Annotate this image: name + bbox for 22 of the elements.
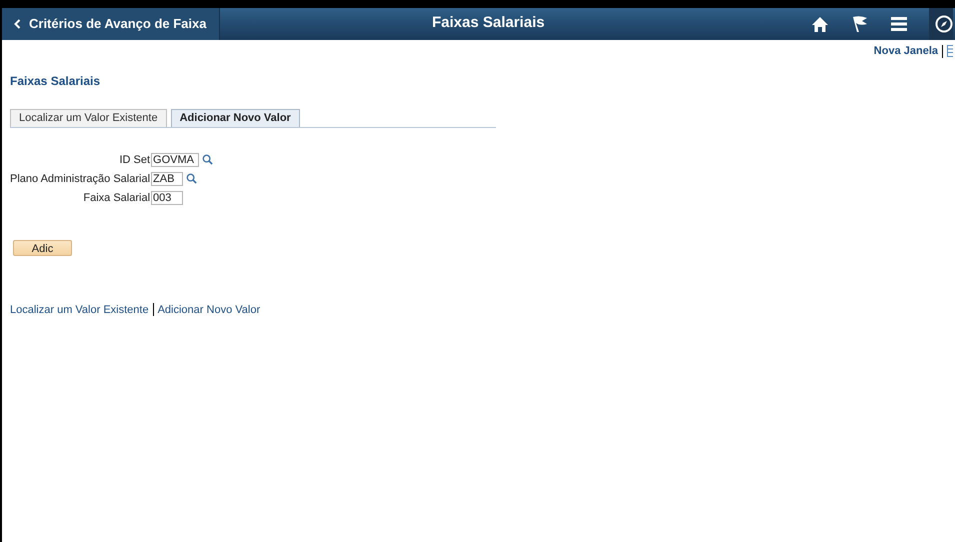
flag-icon[interactable] — [851, 15, 869, 33]
page-link[interactable]: Localizar um Valor Existente — [10, 302, 149, 318]
compass-icon[interactable] — [935, 15, 953, 33]
page-link[interactable]: Adicionar Novo Valor — [158, 302, 260, 318]
search-icon[interactable] — [202, 154, 214, 165]
text-field[interactable]: GOVMA — [151, 152, 200, 166]
search-icon[interactable] — [186, 173, 198, 184]
text-field[interactable]: 003 — [151, 190, 184, 204]
back-button[interactable]: Critérios de Avanço de Faixa — [2, 8, 220, 40]
field-label: Plano Administração Salarial — [10, 172, 152, 186]
text-field[interactable]: ZAB — [151, 172, 184, 186]
field-label: Faixa Salarial — [82, 190, 152, 206]
field-label: ID Set — [118, 152, 152, 168]
home-icon[interactable] — [811, 16, 829, 32]
page-title: Faixas Salariais — [10, 72, 102, 90]
tab[interactable]: Localizar um Valor Existente — [10, 108, 167, 126]
page-header-title: Faixas Salariais — [432, 13, 545, 33]
chevron-left-icon — [14, 19, 21, 29]
tab[interactable]: Adicionar Novo Valor — [170, 108, 300, 126]
add-button[interactable]: Adic — [13, 240, 72, 256]
menu-icon[interactable] — [891, 17, 907, 31]
new-window-link[interactable]: Nova Janela — [874, 43, 938, 60]
